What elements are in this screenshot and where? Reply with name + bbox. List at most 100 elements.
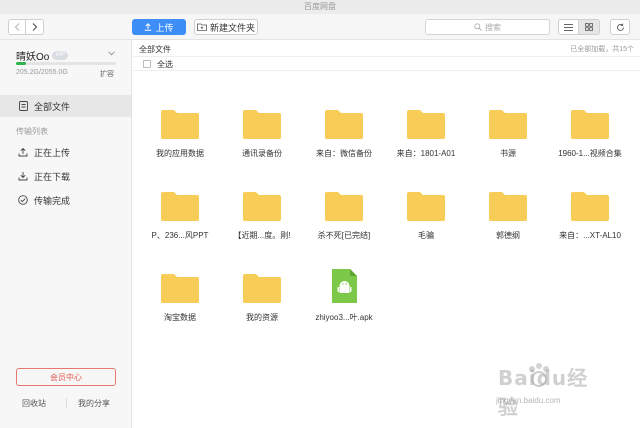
folder-icon	[571, 192, 609, 221]
list-view-button[interactable]	[558, 19, 579, 35]
grid-view-button[interactable]	[579, 19, 600, 35]
document-icon	[18, 101, 28, 111]
folder-item[interactable]: 杀不死[已完结]	[303, 176, 385, 241]
refresh-button[interactable]	[610, 19, 630, 35]
folder-item[interactable]: P、236...风PPT	[139, 176, 221, 241]
chevron-down-icon[interactable]	[108, 49, 115, 58]
chevron-right-icon	[32, 23, 37, 31]
check-circle-icon	[18, 195, 28, 205]
toolbar: 上传 新建文件夹 搜索	[0, 14, 640, 40]
sidebar-item-label: 正在上传	[34, 147, 71, 158]
new-folder-button[interactable]: 新建文件夹	[194, 19, 258, 35]
folder-icon	[407, 192, 445, 221]
item-label: zhiyoo3...叶.apk	[315, 313, 373, 322]
sidebar-item-label: 全部文件	[34, 101, 71, 112]
item-icon-wrap	[467, 176, 549, 222]
item-icon-wrap	[303, 94, 385, 140]
watermark-url: jingyan.baidu.com	[496, 396, 561, 405]
item-icon-wrap	[549, 94, 631, 140]
folder-item[interactable]: 我的应用数据	[139, 94, 221, 159]
breadcrumb[interactable]: 全部文件	[139, 44, 171, 55]
sidebar-item-label: 传输完成	[34, 195, 71, 206]
sidebar-item-all-files[interactable]: 全部文件	[0, 95, 131, 117]
footer-divider	[66, 398, 67, 408]
item-label: 杀不死[已完结]	[317, 231, 371, 240]
folder-item[interactable]: 来自：...XT-AL10	[549, 176, 631, 241]
view-switcher	[558, 19, 600, 35]
folder-plus-icon	[197, 23, 207, 31]
item-label: 来自：1801-A01	[396, 149, 456, 158]
back-button[interactable]	[8, 19, 26, 35]
folder-icon	[489, 192, 527, 221]
item-label: 郭德纲	[496, 231, 520, 240]
search-icon	[474, 23, 482, 31]
quota-fill	[16, 62, 26, 65]
item-icon-wrap	[303, 176, 385, 222]
item-icon-wrap	[303, 258, 385, 304]
file-item[interactable]: zhiyoo3...叶.apk	[303, 258, 385, 323]
item-icon-wrap	[385, 176, 467, 222]
item-label: 淘宝数据	[164, 313, 196, 322]
item-icon-wrap	[139, 258, 221, 304]
sidebar-item-downloading[interactable]: 正在下载	[0, 165, 131, 187]
item-icon-wrap	[139, 176, 221, 222]
folder-item[interactable]: 来自：微信备份	[303, 94, 385, 159]
folder-icon	[407, 110, 445, 139]
folder-item[interactable]: 【近期...度。刚!	[221, 176, 303, 241]
quota-text: 205.2G/2055.0G	[16, 69, 68, 76]
download-icon	[18, 171, 28, 181]
member-center-button[interactable]: 会员中心	[16, 368, 116, 386]
folder-item[interactable]: 1960-1...视频合集	[549, 94, 631, 159]
select-all-checkbox[interactable]	[143, 60, 151, 68]
item-icon-wrap	[221, 94, 303, 140]
item-label: 来自：微信备份	[316, 149, 372, 158]
folder-icon	[243, 274, 281, 303]
loaded-status: 已全部加载，共15个	[570, 46, 634, 53]
sidebar-item-label: 正在下载	[34, 171, 71, 182]
username: 晴妖Oo	[16, 52, 50, 63]
folder-item[interactable]: 毛骗	[385, 176, 467, 241]
recycle-bin-link[interactable]: 回收站	[22, 398, 46, 409]
folder-icon	[161, 274, 199, 303]
grid-icon	[585, 23, 593, 31]
expand-link[interactable]: 扩容	[100, 69, 114, 79]
item-icon-wrap	[467, 94, 549, 140]
user-account[interactable]: 晴妖Oo VIP	[16, 48, 69, 63]
upload-label: 上传	[155, 22, 174, 33]
vip-badge: VIP	[52, 51, 69, 60]
item-label: 我的应用数据	[156, 149, 204, 158]
folder-icon	[243, 192, 281, 221]
item-label: 我的资源	[246, 313, 278, 322]
folder-icon	[161, 110, 199, 139]
item-icon-wrap	[549, 176, 631, 222]
forward-button[interactable]	[26, 19, 44, 35]
new-folder-label: 新建文件夹	[209, 22, 255, 33]
folder-item[interactable]: 通讯录备份	[221, 94, 303, 159]
folder-icon	[571, 110, 609, 139]
my-shares-link[interactable]: 我的分享	[78, 398, 110, 409]
history-nav	[8, 19, 44, 35]
folder-item[interactable]: 我的资源	[221, 258, 303, 323]
watermark-brand: Baidu经验	[498, 366, 589, 419]
item-label: 1960-1...视频合集	[558, 149, 622, 158]
sidebar: 晴妖Oo VIP 205.2G/2055.0G 扩容 全部文件 传输列表 正在上…	[0, 40, 132, 428]
item-icon-wrap	[221, 176, 303, 222]
folder-item[interactable]: 书源	[467, 94, 549, 159]
folder-item[interactable]: 淘宝数据	[139, 258, 221, 323]
upload-button[interactable]: 上传	[132, 19, 186, 35]
sidebar-item-completed[interactable]: 传输完成	[0, 189, 131, 211]
window-title: 百度网盘	[0, 0, 640, 14]
folder-icon	[325, 192, 363, 221]
item-label: 书源	[500, 149, 516, 158]
list-icon	[564, 23, 573, 31]
folder-item[interactable]: 郭德纲	[467, 176, 549, 241]
watermark: Baidu经验 jingyan.baidu.com	[478, 360, 608, 420]
search-input[interactable]: 搜索	[425, 19, 550, 35]
transfer-section-title: 传输列表	[16, 127, 48, 136]
folder-icon	[243, 110, 281, 139]
item-label: 通讯录备份	[242, 149, 282, 158]
item-icon-wrap	[139, 94, 221, 140]
item-label: 毛骗	[418, 231, 434, 240]
sidebar-item-uploading[interactable]: 正在上传	[0, 141, 131, 163]
folder-item[interactable]: 来自：1801-A01	[385, 94, 467, 159]
